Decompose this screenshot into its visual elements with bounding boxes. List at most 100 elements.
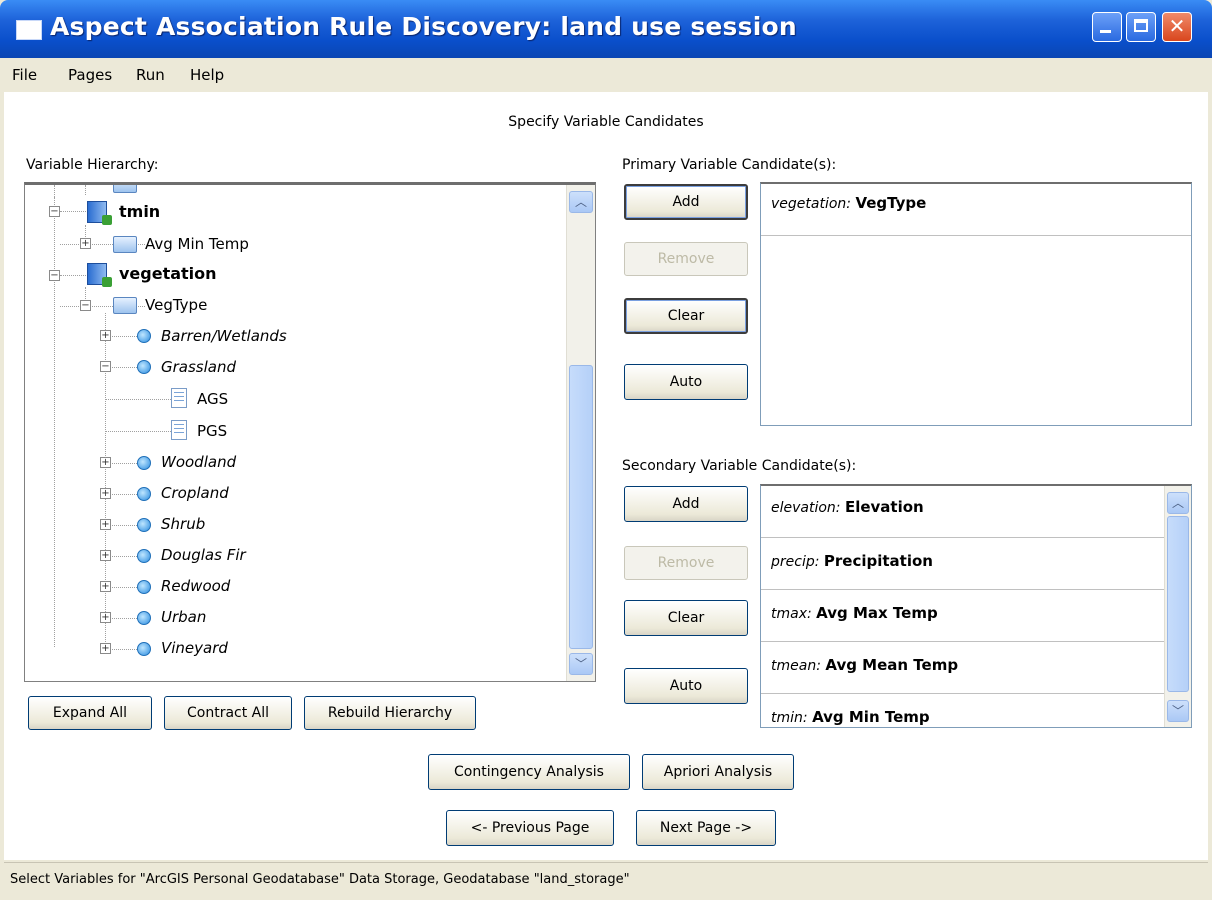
category-icon: [137, 580, 151, 594]
tree-node-barren-wetlands[interactable]: Barren/Wetlands: [161, 327, 287, 345]
document-icon: [171, 420, 187, 440]
category-icon: [137, 518, 151, 532]
apriori-analysis-button[interactable]: Apriori Analysis: [642, 754, 794, 790]
tree-node-shrub[interactable]: Shrub: [161, 515, 205, 533]
list-item[interactable]: tmean: Avg Mean Temp: [761, 642, 1165, 694]
status-text: Select Variables for "ArcGIS Personal Ge…: [10, 872, 630, 887]
previous-page-button[interactable]: <- Previous Page: [446, 810, 614, 846]
tree-vertical-scrollbar[interactable]: ︿ ﹀: [566, 185, 595, 681]
list-item[interactable]: tmax: Avg Max Temp: [761, 590, 1165, 642]
collapse-icon[interactable]: −: [80, 300, 91, 311]
expand-icon[interactable]: +: [100, 330, 111, 341]
tree-node-grassland[interactable]: Grassland: [161, 358, 236, 376]
contract-all-button[interactable]: Contract All: [164, 696, 292, 730]
secondary-clear-button[interactable]: Clear: [624, 600, 748, 636]
title-bar[interactable]: Aspect Association Rule Discovery: land …: [0, 0, 1212, 58]
tree-node-vegtype[interactable]: VegType: [145, 296, 207, 314]
collapse-icon[interactable]: −: [100, 361, 111, 372]
expand-icon[interactable]: +: [80, 238, 91, 249]
expand-icon[interactable]: +: [100, 643, 111, 654]
expand-icon[interactable]: +: [100, 612, 111, 623]
window-title: Aspect Association Rule Discovery: land …: [50, 12, 797, 41]
menu-pages[interactable]: Pages: [68, 66, 112, 84]
folder-open-icon: [113, 297, 137, 314]
tree-node-douglas-fir[interactable]: Douglas Fir: [161, 546, 246, 564]
menu-run[interactable]: Run: [136, 66, 165, 84]
collapse-icon[interactable]: −: [49, 270, 60, 281]
secondary-remove-button[interactable]: Remove: [624, 546, 748, 580]
close-button[interactable]: ✕: [1162, 12, 1192, 42]
tree-node-pgs[interactable]: PGS: [197, 422, 227, 440]
primary-candidates-list[interactable]: vegetation: VegType: [760, 182, 1192, 426]
next-page-button[interactable]: Next Page ->: [636, 810, 776, 846]
tree-node-woodland[interactable]: Woodland: [161, 453, 236, 471]
scroll-thumb[interactable]: [569, 365, 593, 649]
primary-clear-button[interactable]: Clear: [624, 298, 748, 334]
secondary-candidates-list[interactable]: elevation: Elevation precip: Precipitati…: [760, 484, 1192, 728]
database-icon: [87, 201, 112, 225]
tree-node-avg-min-temp[interactable]: Avg Min Temp: [145, 235, 249, 253]
list-item[interactable]: tmin: Avg Min Temp: [761, 694, 1165, 727]
chevron-down-icon: ﹀: [1171, 704, 1184, 718]
list-item[interactable]: precip: Precipitation: [761, 538, 1165, 590]
secondary-auto-button[interactable]: Auto: [624, 668, 748, 704]
status-bar: Select Variables for "ArcGIS Personal Ge…: [4, 862, 1208, 897]
expand-icon[interactable]: +: [100, 488, 111, 499]
tree-node-vineyard[interactable]: Vineyard: [161, 639, 228, 657]
list-item[interactable]: vegetation: VegType: [761, 184, 1191, 236]
database-icon: [87, 263, 112, 287]
scroll-up-button[interactable]: ︿: [569, 191, 593, 213]
variable-hierarchy-label: Variable Hierarchy:: [26, 157, 159, 173]
application-window: Aspect Association Rule Discovery: land …: [0, 0, 1212, 900]
category-icon: [137, 487, 151, 501]
close-icon: ✕: [1168, 14, 1186, 38]
page-title: Specify Variable Candidates: [508, 114, 704, 130]
minimize-icon: [1100, 30, 1111, 33]
primary-add-button[interactable]: Add: [624, 184, 748, 220]
tree-node-vegetation[interactable]: vegetation: [119, 264, 217, 283]
secondary-candidates-label: Secondary Variable Candidate(s):: [622, 458, 857, 474]
category-icon: [137, 611, 151, 625]
expand-icon[interactable]: +: [100, 519, 111, 530]
tree-node-tmin[interactable]: tmin: [119, 202, 160, 221]
category-icon: [137, 549, 151, 563]
rebuild-hierarchy-button[interactable]: Rebuild Hierarchy: [304, 696, 476, 730]
scroll-thumb[interactable]: [1167, 516, 1189, 692]
chevron-up-icon: ︿: [574, 195, 587, 209]
scroll-down-button[interactable]: ﹀: [569, 653, 593, 675]
expand-icon[interactable]: +: [100, 550, 111, 561]
primary-auto-button[interactable]: Auto: [624, 364, 748, 400]
primary-candidates-label: Primary Variable Candidate(s):: [622, 157, 837, 173]
menu-bar: File Pages Run Help: [4, 60, 1208, 90]
secondary-list-scrollbar[interactable]: ︿ ﹀: [1164, 486, 1191, 727]
collapse-icon[interactable]: −: [49, 206, 60, 217]
tree-node-redwood[interactable]: Redwood: [161, 577, 230, 595]
tree-node-ags[interactable]: AGS: [197, 390, 228, 408]
list-item[interactable]: elevation: Elevation: [761, 486, 1165, 538]
expand-all-button[interactable]: Expand All: [28, 696, 152, 730]
category-icon: [137, 360, 151, 374]
contingency-analysis-button[interactable]: Contingency Analysis: [428, 754, 630, 790]
primary-remove-button[interactable]: Remove: [624, 242, 748, 276]
tree-node-urban[interactable]: Urban: [161, 608, 206, 626]
chevron-down-icon: ﹀: [574, 657, 587, 671]
maximize-button[interactable]: [1126, 12, 1156, 42]
minimize-button[interactable]: [1092, 12, 1122, 42]
menu-help[interactable]: Help: [190, 66, 224, 84]
scroll-up-button[interactable]: ︿: [1167, 492, 1189, 514]
chevron-up-icon: ︿: [1171, 496, 1184, 510]
category-icon: [137, 642, 151, 656]
tree-node-cropland[interactable]: Cropland: [161, 484, 229, 502]
maximize-icon: [1134, 19, 1148, 32]
window-icon: [16, 20, 42, 40]
menu-file[interactable]: File: [12, 66, 37, 84]
folder-icon: [113, 236, 137, 253]
category-icon: [137, 456, 151, 470]
expand-icon[interactable]: +: [100, 581, 111, 592]
variable-hierarchy-tree[interactable]: − tmin + Avg Min Temp − vegetation − Veg…: [24, 182, 596, 682]
expand-icon[interactable]: +: [100, 457, 111, 468]
folder-icon: [113, 185, 137, 193]
secondary-add-button[interactable]: Add: [624, 486, 748, 522]
scroll-down-button[interactable]: ﹀: [1167, 700, 1189, 722]
category-icon: [137, 329, 151, 343]
